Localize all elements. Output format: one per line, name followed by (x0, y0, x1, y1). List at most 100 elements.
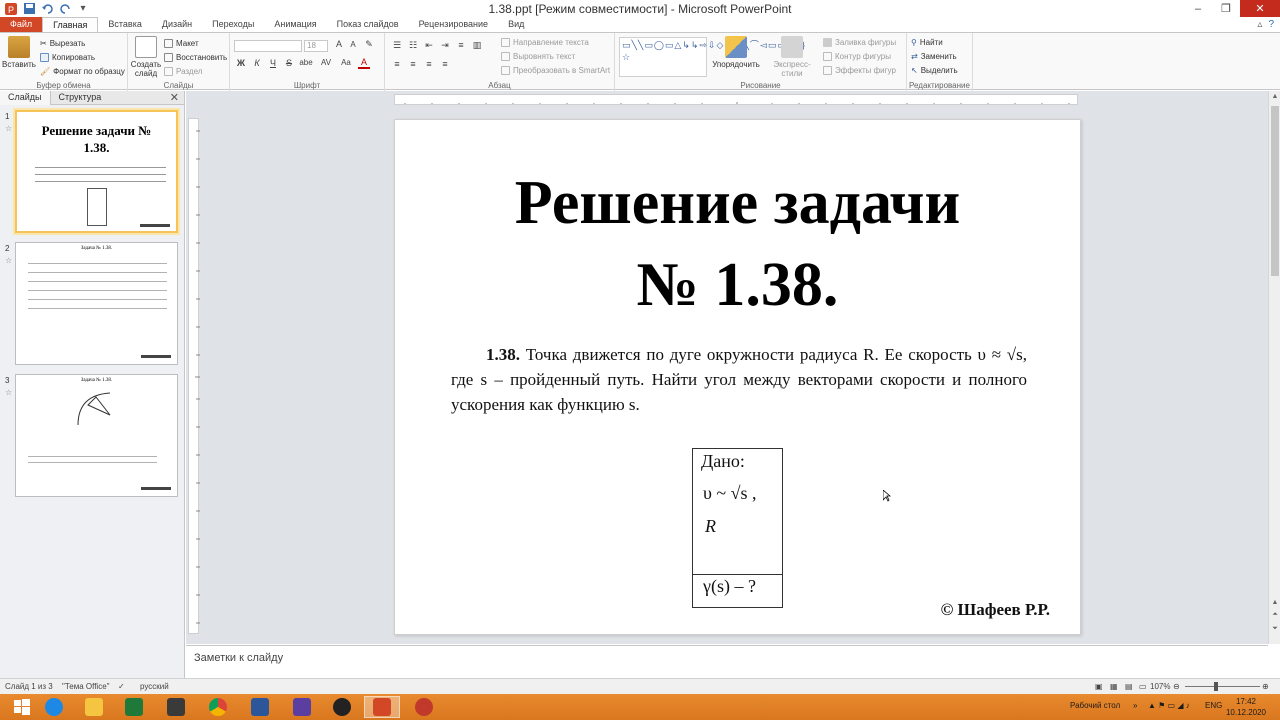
scroll-up-icon[interactable]: ▲ (1269, 93, 1280, 100)
increase-indent-icon[interactable]: ⇥ (439, 40, 451, 51)
paint-icon[interactable] (284, 696, 320, 718)
tab-review[interactable]: Рецензирование (409, 17, 499, 32)
clear-format-icon[interactable]: ✎ (363, 39, 375, 50)
theme-name[interactable]: "Тема Office" (62, 682, 110, 691)
quick-styles-button[interactable]: Экспресс-стили (765, 36, 819, 78)
font-size-input[interactable]: 18 (304, 40, 328, 52)
tab-slides[interactable]: Слайды (0, 90, 51, 105)
layout-button[interactable]: Макет (164, 37, 199, 49)
excel-icon[interactable] (116, 696, 152, 718)
columns-icon[interactable]: ▥ (471, 40, 483, 51)
previous-slide-icon[interactable]: ⏶ (1269, 611, 1280, 619)
tab-file[interactable]: Файл (0, 17, 43, 32)
select-button[interactable]: ↖ Выделить (911, 64, 958, 76)
shape-outline-button[interactable]: Контур фигуры (823, 50, 891, 62)
paste-button[interactable]: Вставить (2, 36, 36, 69)
next-slide-icon[interactable]: ⏷ (1269, 625, 1280, 633)
slide-thumbnail-1[interactable]: Решение задачи № 1.38. (15, 110, 178, 233)
tab-home[interactable]: Главная (42, 17, 99, 32)
font-name-input[interactable] (234, 40, 302, 52)
change-case-button[interactable]: Aa (338, 58, 354, 67)
maximize-icon[interactable]: ❐ (1212, 0, 1240, 17)
chrome-icon[interactable] (200, 696, 236, 718)
save-icon[interactable] (22, 2, 36, 15)
notes-pane[interactable]: Заметки к слайду (186, 645, 1268, 678)
tray-chevron-icon[interactable]: » (1133, 701, 1137, 710)
slideshow-view-icon[interactable]: ▭ (1139, 682, 1147, 691)
shape-fill-button[interactable]: Заливка фигуры (823, 36, 896, 48)
shadow-button[interactable]: abe (297, 58, 315, 67)
align-center-icon[interactable]: ≡ (407, 59, 419, 69)
replace-button[interactable]: ⇄ Заменить (911, 50, 957, 62)
language-indicator[interactable]: русский (140, 682, 169, 691)
app-icon[interactable] (158, 696, 194, 718)
input-language[interactable]: ENG (1205, 701, 1222, 710)
desktop-toolbar-label[interactable]: Рабочий стол (1070, 701, 1120, 710)
normal-view-icon[interactable]: ▣ (1095, 682, 1103, 691)
find-button[interactable]: ⚲ Найти (911, 36, 943, 48)
zoom-slider-knob[interactable] (1214, 682, 1218, 691)
bold-button[interactable]: Ж (235, 58, 247, 68)
powerpoint-taskbar-icon[interactable] (364, 696, 400, 718)
slide-title[interactable]: Решение задачи № 1.38. (395, 162, 1080, 326)
tab-outline[interactable]: Структура (51, 91, 110, 105)
slide-canvas[interactable]: Решение задачи № 1.38. 1.38. Точка движе… (394, 119, 1081, 635)
start-button[interactable] (4, 696, 40, 718)
grow-font-icon[interactable]: A (333, 39, 345, 49)
spacing-button[interactable]: AV (318, 58, 334, 67)
slide-thumbnail-2[interactable]: Задача № 1.38. (15, 242, 178, 365)
word-icon[interactable] (242, 696, 278, 718)
system-clock[interactable]: 17:42 10.12.2020 (1226, 696, 1266, 718)
tray-icons[interactable]: ▲ ⚑ ▭ ◢ ♪ (1148, 701, 1190, 710)
font-color-button[interactable]: A (358, 57, 370, 69)
spellcheck-icon[interactable]: ✓ (118, 682, 125, 691)
smartart-button[interactable]: Преобразовать в SmartArt (501, 64, 610, 76)
shrink-font-icon[interactable]: A (347, 40, 359, 49)
line-spacing-icon[interactable]: ≡ (455, 40, 467, 50)
cut-button[interactable]: ✂ Вырезать (40, 37, 85, 49)
zoom-level[interactable]: 107% (1150, 682, 1170, 691)
help-icon[interactable]: ? (1268, 19, 1274, 30)
problem-statement[interactable]: 1.38. Точка движется по дуге окружности … (451, 342, 1027, 417)
tool-icon[interactable] (406, 696, 442, 718)
tab-transitions[interactable]: Переходы (202, 17, 264, 32)
arrange-button[interactable]: Упорядочить (711, 36, 761, 69)
numbering-icon[interactable]: ☷ (407, 40, 419, 51)
zoom-slider[interactable] (1185, 686, 1260, 687)
scroll-thumb[interactable] (1271, 106, 1279, 276)
ie-icon[interactable] (36, 696, 72, 718)
given-table[interactable]: Дано: υ ~ √s , R γ(s) – ? (692, 448, 783, 608)
reading-view-icon[interactable]: ▤ (1125, 682, 1133, 691)
decrease-indent-icon[interactable]: ⇤ (423, 40, 435, 51)
zoom-in-icon[interactable]: ⊕ (1262, 682, 1269, 691)
copy-button[interactable]: Копировать (40, 51, 95, 63)
italic-button[interactable]: К (251, 58, 263, 68)
explorer-icon[interactable] (76, 696, 112, 718)
slide-thumbnail-3[interactable]: Задача № 1.38. (15, 374, 178, 497)
underline-button[interactable]: Ч (267, 58, 279, 68)
zoom-out-icon[interactable]: ⊖ (1173, 682, 1180, 691)
collapse-ribbon-icon[interactable]: ▵ (1257, 19, 1262, 30)
align-text-button[interactable]: Выровнять текст (501, 50, 575, 62)
tab-view[interactable]: Вид (498, 17, 534, 32)
align-left-icon[interactable]: ≡ (391, 59, 403, 69)
scroll-down-icon[interactable]: ▲ (1269, 599, 1280, 606)
close-icon[interactable]: ✕ (1240, 0, 1280, 17)
reset-button[interactable]: Восстановить (164, 51, 227, 63)
camera-icon[interactable] (324, 696, 360, 718)
minimize-icon[interactable]: – (1184, 0, 1212, 17)
vertical-scrollbar[interactable]: ▲ ▲ ⏶ ⏷ (1268, 91, 1280, 644)
justify-icon[interactable]: ≡ (439, 59, 451, 69)
shape-effects-button[interactable]: Эффекты фигур (823, 64, 896, 76)
powerpoint-app-icon[interactable]: P (4, 2, 18, 15)
redo-icon[interactable] (58, 2, 72, 15)
bullets-icon[interactable]: ☰ (391, 40, 403, 51)
close-pane-icon[interactable]: ✕ (170, 91, 179, 104)
align-right-icon[interactable]: ≡ (423, 59, 435, 69)
shapes-gallery[interactable]: ▭╲╲▭◯▭△↳↳⇨⇩◇☐⌒╲⌒◅▭▭◯{}☆ (619, 37, 805, 77)
text-direction-button[interactable]: Направление текста (501, 36, 589, 48)
slide-sorter-icon[interactable]: ▦ (1110, 682, 1118, 691)
horizontal-ruler[interactable] (394, 94, 1078, 105)
tab-slideshow[interactable]: Показ слайдов (327, 17, 409, 32)
strikethrough-button[interactable]: S (283, 58, 295, 68)
